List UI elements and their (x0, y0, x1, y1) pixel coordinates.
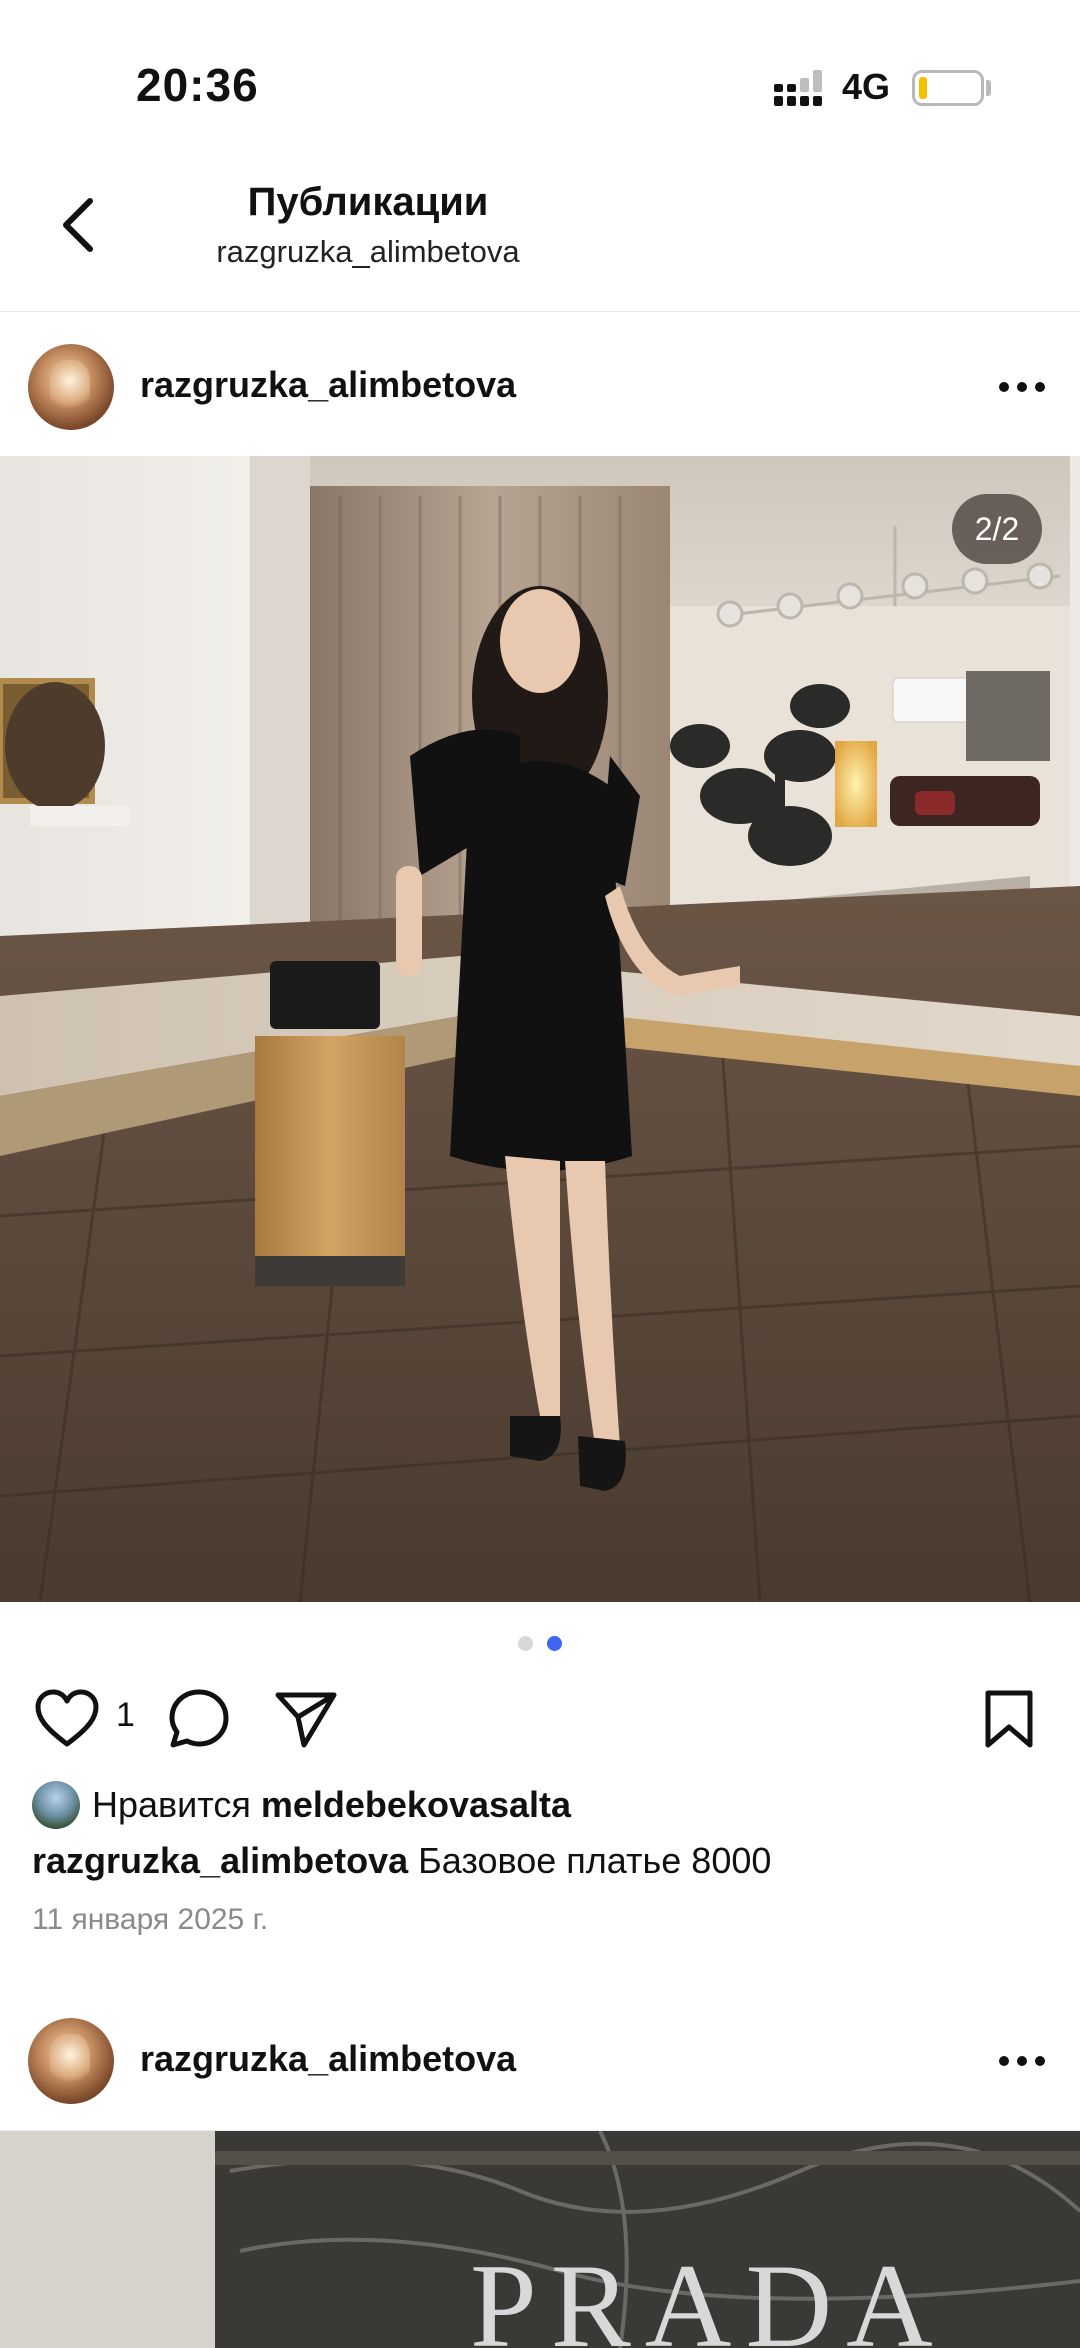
status-time: 20:36 (136, 59, 259, 111)
network-type: 4G (842, 66, 891, 107)
status-bar: 20:36 4G (0, 0, 1080, 150)
post-caption: razgruzka_alimbetova Базовое платье 8000 (32, 1840, 771, 1882)
post-photo[interactable] (0, 456, 1080, 1602)
carousel-dot[interactable] (518, 1636, 533, 1651)
avatar[interactable] (28, 344, 114, 430)
share-icon[interactable] (274, 1688, 338, 1750)
page-header: Публикации razgruzka_alimbetova (0, 150, 1080, 312)
liked-by-username[interactable]: meldebekovasalta (261, 1784, 571, 1826)
bookmark-icon[interactable] (984, 1688, 1034, 1750)
carousel-dot-active[interactable] (547, 1636, 562, 1651)
signal-icon (774, 70, 822, 106)
page-title: Публикации (247, 180, 489, 224)
like-count[interactable]: 1 (116, 1696, 135, 1735)
post-date: 11 января 2025 г. (32, 1903, 269, 1936)
heart-icon[interactable] (34, 1688, 100, 1750)
battery-icon (912, 70, 984, 106)
post-username[interactable]: razgruzka_alimbetova (140, 364, 516, 406)
avatar[interactable] (28, 2018, 114, 2104)
caption-text: Базовое платье 8000 (418, 1840, 772, 1881)
post-actions: 1 (0, 1680, 1080, 1756)
more-icon[interactable] (992, 2046, 1052, 2076)
liker-avatar[interactable] (32, 1781, 80, 1829)
likes-prefix: Нравится (92, 1784, 251, 1825)
likes-line: Нравится meldebekovasalta (32, 1780, 571, 1830)
post-header: razgruzka_alimbetova (0, 316, 1080, 456)
carousel-dots (0, 1636, 1080, 1652)
post-username-2[interactable]: razgruzka_alimbetova (140, 2038, 516, 2080)
post-header-2: razgruzka_alimbetova (0, 1990, 1080, 2130)
post-photo-2[interactable]: PRADA (0, 2130, 1080, 2348)
comment-icon[interactable] (168, 1688, 230, 1750)
brand-sign: PRADA (470, 2239, 947, 2348)
battery-cap (986, 80, 991, 96)
caption-username[interactable]: razgruzka_alimbetova (32, 1840, 408, 1881)
page-subtitle[interactable]: razgruzka_alimbetova (0, 234, 736, 270)
carousel-counter: 2/2 (952, 494, 1042, 564)
more-icon[interactable] (992, 372, 1052, 402)
